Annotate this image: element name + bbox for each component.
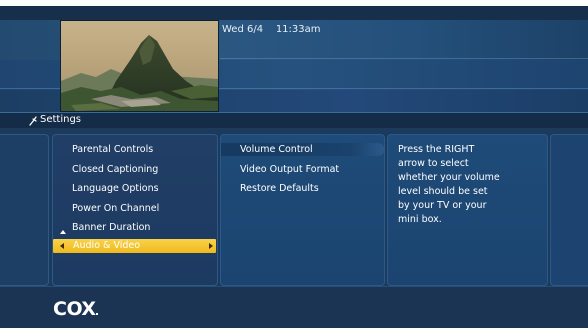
help-text-line: arrow to select [398, 158, 469, 169]
selected-menu-label: Audio & Video [73, 240, 141, 251]
right-arrow-icon [209, 243, 213, 249]
preview-thumbnail [60, 20, 219, 112]
submenu-item-video-output-format[interactable]: Video Output Format [240, 164, 339, 175]
header-band [0, 6, 588, 20]
breadcrumb-label: Settings [40, 114, 82, 125]
help-text-line: whether your volume [398, 172, 500, 183]
date-time-display: Wed 6/4 11:33am [222, 24, 321, 35]
menu-item-language-options[interactable]: Language Options [72, 183, 159, 194]
date-text: Wed 6/4 [222, 24, 264, 35]
settings-wrench-icon [29, 116, 37, 126]
mountain-landscape-image [61, 21, 218, 111]
help-text-line: by your TV or your [398, 200, 487, 211]
left-edge-panel [0, 134, 49, 286]
menu-item-closed-captioning[interactable]: Closed Captioning [72, 164, 158, 175]
submenu-item-restore-defaults[interactable]: Restore Defaults [240, 183, 319, 194]
time-text: 11:33am [275, 24, 321, 35]
logo-dot [96, 313, 98, 315]
left-arrow-icon [60, 243, 64, 249]
menu-item-parental-controls[interactable]: Parental Controls [72, 144, 153, 155]
help-text-line: level should be set [398, 186, 488, 197]
cox-logo: COX [53, 298, 96, 320]
decorative-streak [220, 58, 588, 59]
right-edge-panel [550, 134, 588, 286]
submenu-panel [220, 134, 385, 286]
menu-item-banner-duration[interactable]: Banner Duration [72, 222, 150, 233]
scroll-up-arrow-icon[interactable] [60, 230, 66, 234]
submenu-item-volume-control[interactable]: Volume Control [240, 144, 313, 155]
menu-item-audio-video[interactable]: Audio & Video [53, 239, 216, 253]
help-text-line: Press the RIGHT [398, 144, 475, 155]
help-text-line: mini box. [398, 214, 442, 225]
tv-guide-screen: Wed 6/4 11:33am Settings Parental Contro… [0, 0, 588, 328]
menu-item-power-on-channel[interactable]: Power On Channel [72, 203, 159, 214]
